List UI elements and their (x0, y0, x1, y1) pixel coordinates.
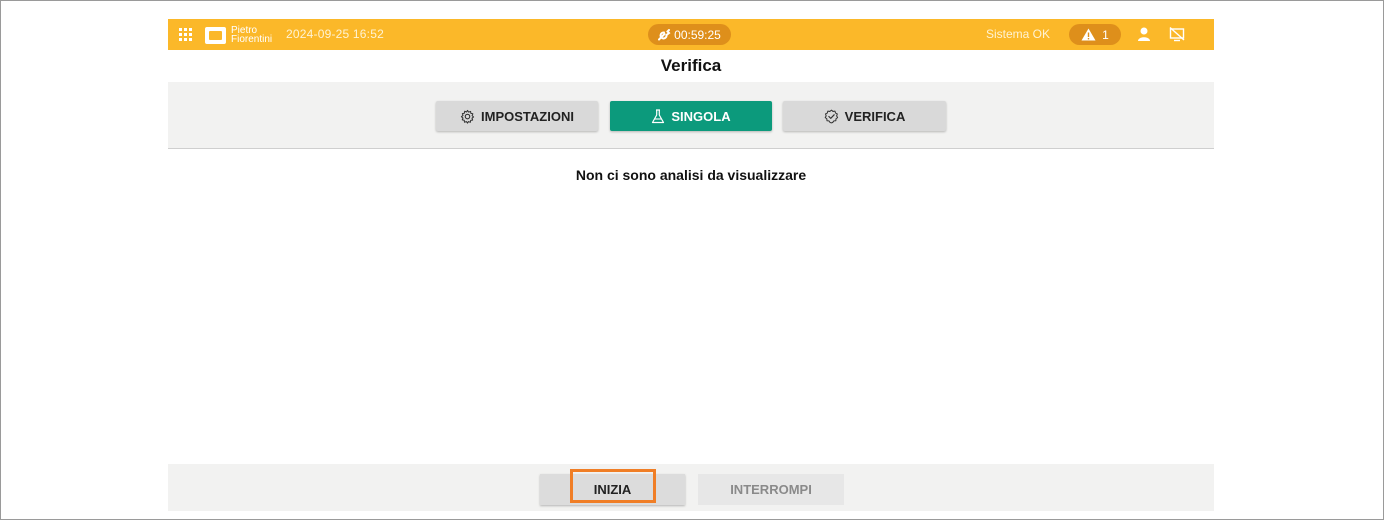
tab-verifica-label: VERIFICA (844, 108, 906, 124)
check-badge-icon (824, 109, 838, 123)
display-off-icon[interactable] (1169, 26, 1185, 42)
tab-impostazioni[interactable]: IMPOSTAZIONI (436, 101, 598, 131)
wrench-icon (658, 29, 671, 41)
brand-logo: Pietro Fiorentini (205, 26, 273, 45)
datetime: 2024-09-25 16:52 (286, 27, 384, 41)
gear-icon (460, 109, 475, 124)
top-bar: Pietro Fiorentini 2024-09-25 16:52 00:59… (168, 19, 1214, 50)
tab-impostazioni-label: IMPOSTAZIONI (481, 108, 574, 124)
action-bar: INIZIA INTERROMPI (168, 464, 1214, 511)
user-icon[interactable] (1136, 26, 1152, 42)
tab-singola-label: SINGOLA (671, 108, 731, 124)
empty-state-message: Non ci sono analisi da visualizzare (575, 167, 807, 183)
flask-icon (652, 108, 665, 123)
warning-icon (1081, 28, 1096, 41)
logo-text: Pietro Fiorentini (231, 26, 273, 45)
tab-singola[interactable]: SINGOLA (610, 101, 772, 131)
logo-line-2: Fiorentini (231, 34, 273, 45)
apps-grid-icon[interactable] (179, 28, 192, 41)
timer-value: 00:59:25 (674, 27, 721, 42)
app-window: Pietro Fiorentini 2024-09-25 16:52 00:59… (168, 19, 1214, 511)
alert-badge[interactable]: 1 (1069, 24, 1121, 45)
system-status: Sistema OK (986, 27, 1051, 41)
page-title: Verifica (660, 56, 722, 75)
logo-mark (205, 26, 226, 44)
tab-bar: IMPOSTAZIONI SINGOLA VERIFICA (168, 82, 1214, 149)
stop-button[interactable]: INTERROMPI (698, 474, 844, 505)
tab-verifica[interactable]: VERIFICA (783, 101, 946, 131)
start-button[interactable]: INIZIA (540, 474, 685, 505)
alert-count: 1 (1102, 27, 1109, 42)
timer-badge[interactable]: 00:59:25 (648, 24, 731, 45)
